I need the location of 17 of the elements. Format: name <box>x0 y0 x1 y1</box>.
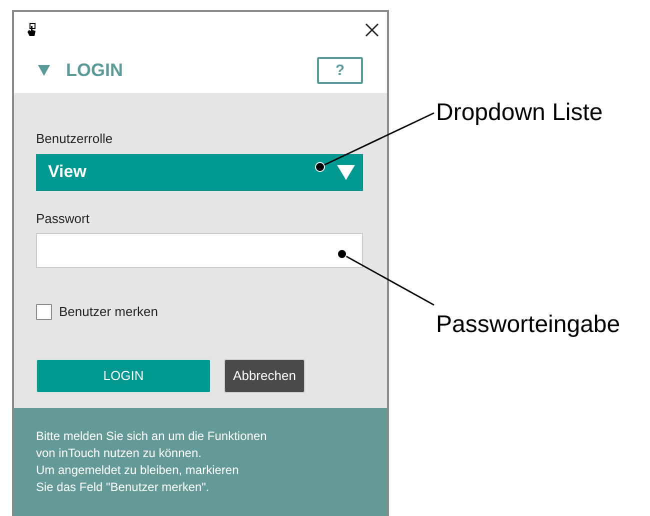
info-text: Bitte melden Sie sich an um die Funktionen von inTouch nutzen zu können. Um angemeldet zu bleiben, markieren Sie das Feld "Benutzer merken". <box>36 428 268 496</box>
help-button[interactable]: ? <box>317 57 363 84</box>
close-button[interactable] <box>365 23 379 37</box>
annotation-label: Dropdown Liste <box>436 101 603 125</box>
collapse-icon <box>38 65 50 76</box>
remember-checkbox[interactable] <box>36 304 52 320</box>
cancel-button[interactable]: Abbrechen <box>224 358 305 392</box>
login-button[interactable]: LOGIN <box>36 358 211 392</box>
login-title: LOGIN <box>66 59 123 82</box>
touch-icon <box>26 23 36 37</box>
checkbox-label: Benutzer merken <box>59 303 158 321</box>
caret-icon <box>337 164 355 180</box>
password-field[interactable] <box>36 233 363 268</box>
annotation-label: Passworteingabe <box>436 313 620 337</box>
field-label: Passwort <box>36 210 90 228</box>
field-label: Benutzerrolle <box>36 130 114 148</box>
role-dropdown[interactable]: View <box>36 154 363 190</box>
